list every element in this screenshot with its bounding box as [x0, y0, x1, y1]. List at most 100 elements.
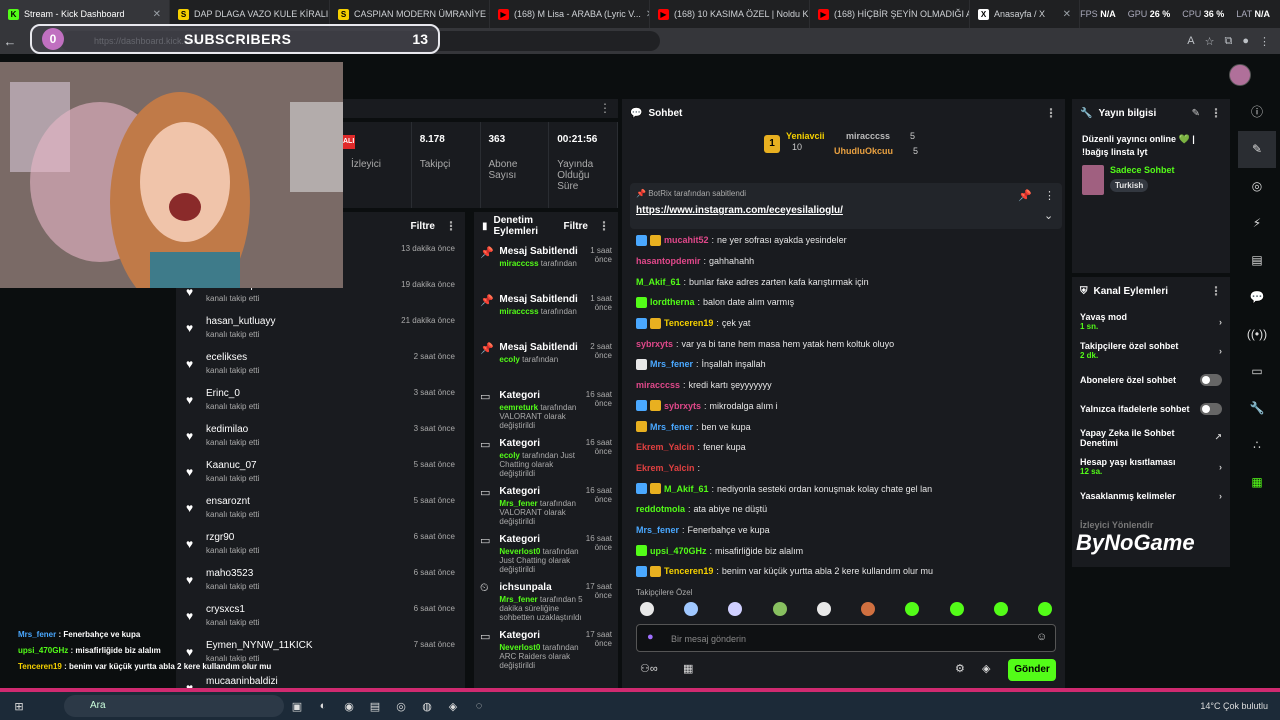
layout-icon[interactable]: ▭ [1238, 353, 1276, 390]
camera-icon[interactable]: ◎ [1238, 168, 1276, 205]
chevron-right-icon[interactable]: › [1219, 317, 1222, 327]
channel-action-row[interactable]: Yavaş mod 1 sn. › [1072, 307, 1230, 336]
avatar[interactable] [1229, 64, 1251, 86]
channel-action-row[interactable]: Yapay Zeka ile Sohbet Denetimi ↗ [1072, 423, 1230, 452]
emote-icon[interactable] [1037, 602, 1052, 616]
follower-name[interactable]: crysxcs1 [206, 604, 259, 615]
chevron-right-icon[interactable]: › [1219, 491, 1222, 501]
channel-action-row[interactable]: Abonelere özel sohbet [1072, 365, 1230, 394]
chat-username[interactable]: reddotmola [636, 504, 685, 514]
filter-button[interactable]: Filtre [411, 221, 435, 232]
emote-icon[interactable] [993, 602, 1008, 616]
chat-username[interactable]: hasantopdemir [636, 256, 701, 266]
chat-username[interactable]: mucahit52 [664, 235, 709, 245]
mod-user[interactable]: eemreturk [499, 403, 538, 412]
discord-icon[interactable]: ◍ [414, 700, 440, 713]
filter-button[interactable]: Filtre [564, 221, 588, 232]
emote-icon[interactable] [861, 602, 876, 616]
chevron-down-icon[interactable]: ⌄ [1044, 209, 1053, 222]
task-view-icon[interactable]: ▣ [284, 700, 310, 713]
translate-icon[interactable]: A [1187, 35, 1194, 48]
browser-tab[interactable]: ▶(168) HİÇBİR ŞEYİN OLMADIĞI AD...✕ [810, 0, 970, 28]
more-icon[interactable]: ⋮ [445, 219, 457, 233]
follower-name[interactable]: ensaroznt [206, 496, 259, 507]
copilot-icon[interactable]: ◐ [310, 700, 336, 712]
toggle-switch[interactable] [1200, 402, 1222, 415]
bookmark-star-icon[interactable]: ☆ [1205, 35, 1215, 48]
chat-input[interactable]: Bir mesaj gönderin [636, 624, 1056, 652]
mod-user[interactable]: miracccss [499, 259, 538, 268]
browser-tab[interactable]: ▶(168) M Lisa - ARABA (Lyric V...✕ [490, 0, 650, 28]
follower-name[interactable]: maho3523 [206, 568, 259, 579]
mod-user[interactable]: Neverlost0 [499, 643, 540, 652]
clapper-icon[interactable]: ▦ [1238, 464, 1276, 501]
broadcast-icon[interactable]: ((•)) [1238, 316, 1276, 353]
external-link-icon[interactable]: ↗ [1214, 432, 1222, 443]
chat-username[interactable]: Mrs_fener [650, 422, 693, 432]
follower-name[interactable]: ecelikses [206, 352, 259, 363]
chevron-right-icon[interactable]: › [1219, 462, 1222, 472]
chat-username[interactable]: Tenceren19 [664, 318, 713, 328]
channel-action-row[interactable]: Takipçilere özel sohbet 2 dk. › [1072, 336, 1230, 365]
emote-icon[interactable] [816, 602, 831, 616]
more-icon[interactable]: ⋮ [1045, 106, 1057, 120]
chat-bubble-icon[interactable]: 💬 [1238, 279, 1276, 316]
follower-name[interactable]: Kaanuc_07 [206, 460, 259, 471]
more-icon[interactable]: ⋮ [598, 219, 610, 233]
menu-icon[interactable]: ⋮ [1259, 35, 1270, 48]
chat-username[interactable]: Ekrem_Yalcin [636, 463, 695, 473]
emoji-icon[interactable]: ☺ [1036, 631, 1047, 643]
mod-user[interactable]: ecoly [499, 355, 519, 364]
weather-text[interactable]: 14°C Çok bulutlu [1200, 701, 1268, 711]
category-link[interactable]: Sadece Sohbet [1110, 165, 1175, 175]
back-icon[interactable]: ← [0, 34, 20, 49]
chat-username[interactable]: M_Akif_61 [664, 484, 709, 494]
store-icon[interactable]: ▦ [683, 662, 693, 675]
emote-icon[interactable] [728, 602, 743, 616]
emote-icon[interactable] [772, 602, 787, 616]
mod-user[interactable]: Mrs_fener [499, 595, 537, 604]
follower-name[interactable]: rzgr90 [206, 532, 259, 543]
chat-username[interactable]: Mrs_fener [650, 359, 693, 369]
mic-icon[interactable]: ● [647, 631, 654, 643]
info-icon[interactable]: ⓘ [1238, 94, 1276, 131]
browser-tab[interactable]: ▶(168) 10 KASIMA ÖZEL | Noldu K...✕ [650, 0, 810, 28]
send-button[interactable]: Gönder [1008, 659, 1056, 681]
follower-name[interactable]: hasan_kutluayy [206, 316, 276, 327]
lightning-icon[interactable]: ⚡ [1238, 205, 1276, 242]
edge-icon[interactable]: ◎ [388, 700, 414, 713]
steam-icon[interactable]: ◈ [440, 700, 466, 713]
chevron-right-icon[interactable]: › [1219, 346, 1222, 356]
pencil-icon[interactable]: ✎ [1238, 131, 1276, 168]
more-icon[interactable]: ⋮ [1210, 284, 1222, 298]
more-icon[interactable]: ⋮ [1210, 106, 1222, 120]
windows-start-icon[interactable]: ⊞ [6, 700, 32, 713]
chat-username[interactable]: sybrxyts [636, 339, 673, 349]
emote-icon[interactable] [949, 602, 964, 616]
edit-icon[interactable]: ✎ [1192, 108, 1200, 119]
settings-icon[interactable]: ⚙ [955, 662, 965, 675]
more-icon[interactable]: ⋮ [1044, 189, 1055, 202]
chrome-icon[interactable]: ◉ [336, 700, 362, 713]
top-gifter[interactable]: miracccss 5 [846, 131, 915, 141]
mod-user[interactable]: Neverlost0 [499, 547, 540, 556]
channel-action-row[interactable]: Hesap yaşı kısıtlaması 12 sa. › [1072, 452, 1230, 481]
pin-toggle-icon[interactable]: 📌 [1018, 189, 1032, 202]
emote-icon[interactable] [684, 602, 699, 616]
wrench-icon[interactable]: 🔧 [1238, 390, 1276, 427]
top-gifter[interactable]: UhudluOkcuu 5 [834, 146, 918, 156]
chat-username[interactable]: Mrs_fener [636, 525, 679, 535]
toggle-switch[interactable] [1200, 373, 1222, 386]
close-icon[interactable]: ✕ [153, 9, 161, 20]
taskbar-search[interactable]: Ara [64, 695, 284, 717]
mod-user[interactable]: ecoly [499, 451, 519, 460]
channel-action-row[interactable]: Yasaklanmış kelimeler › [1072, 481, 1230, 510]
close-icon[interactable]: ✕ [1063, 9, 1071, 20]
emote-icon[interactable] [640, 602, 654, 616]
chat-username[interactable]: miracccss [636, 380, 680, 390]
chat-username[interactable]: M_Akif_61 [636, 277, 681, 287]
note-icon[interactable]: ▤ [1238, 242, 1276, 279]
chat-username[interactable]: Tenceren19 [664, 566, 713, 576]
emote-icon[interactable] [905, 602, 920, 616]
follower-name[interactable]: kedimilao [206, 424, 259, 435]
